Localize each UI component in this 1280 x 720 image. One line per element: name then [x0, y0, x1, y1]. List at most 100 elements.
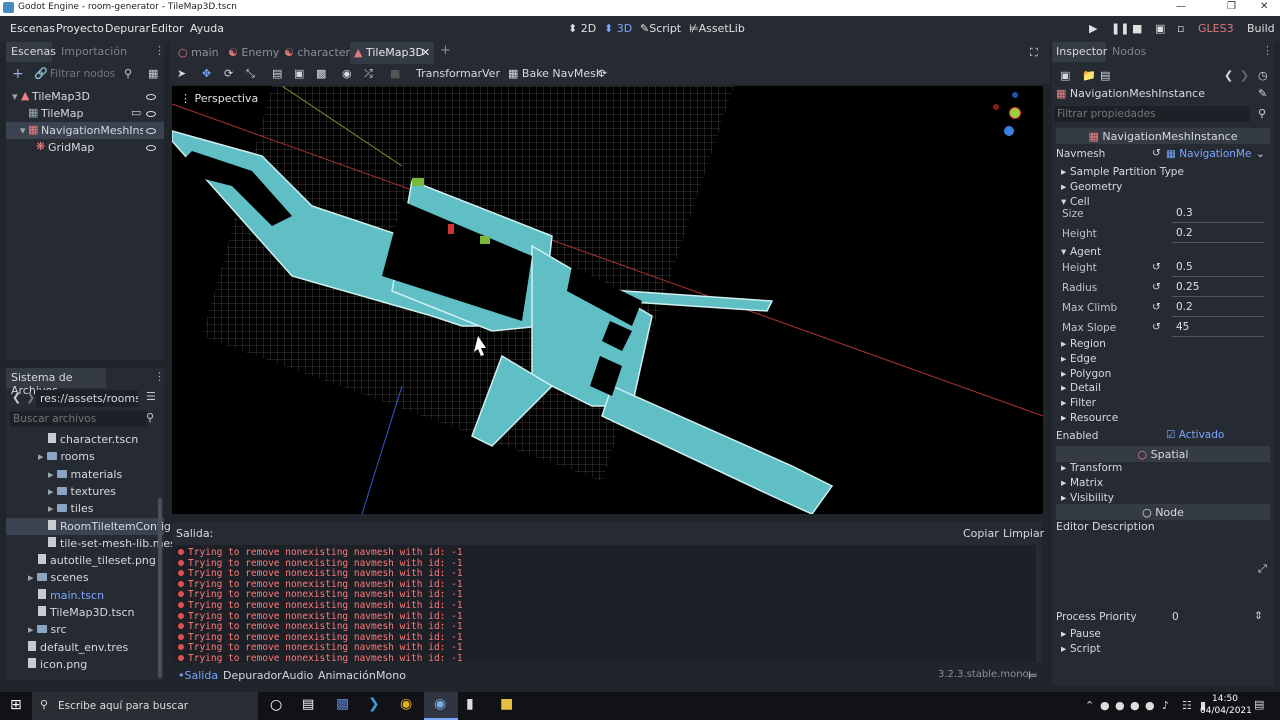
workspace-script[interactable]: ✎Script	[640, 22, 681, 35]
file-tree-item[interactable]: character.tscn	[6, 431, 164, 448]
select-tool-icon[interactable]: ➤	[177, 67, 186, 80]
copy-button[interactable]: Copiar	[963, 527, 999, 540]
caret-icon[interactable]: ▸	[48, 502, 54, 515]
prop-value-field[interactable]: 0.2	[1172, 301, 1264, 317]
inspector-section[interactable]: ▸ Script	[1052, 641, 1274, 659]
path-field[interactable]: res://assets/rooms/Ro	[36, 390, 138, 407]
file-tree-item[interactable]: RoomTileItemConfig.	[6, 517, 174, 535]
visibility-eye-icon[interactable]	[146, 145, 156, 151]
tree-node[interactable]: ❋ GridMap	[6, 139, 164, 156]
clear-button[interactable]: Limpiar	[1003, 527, 1044, 540]
prop-value-field[interactable]: 0.2	[1172, 227, 1264, 243]
spinner-icon[interactable]: ⇕	[1254, 610, 1263, 622]
tray-app-icon[interactable]: ●	[1100, 699, 1110, 712]
script-icon[interactable]: ▭	[131, 106, 141, 119]
file-tree-item[interactable]: ▸ rooms	[6, 448, 164, 465]
file-tree-item[interactable]: icon.png	[6, 656, 164, 673]
file-explorer-icon[interactable]: ■	[500, 696, 513, 712]
network-icon[interactable]: ☷	[1182, 699, 1192, 712]
tray-app-icon[interactable]: ●	[1130, 699, 1140, 712]
tab-tilemap3d[interactable]: ▲ TileMap3D	[354, 46, 424, 59]
tab-scene[interactable]: Escenas	[6, 42, 56, 62]
tab-main[interactable]: ○ main	[178, 46, 219, 59]
file-tree-item[interactable]: autotile_tileset.png	[6, 552, 164, 569]
workspace-assetlib[interactable]: ⊭AssetLib	[689, 22, 745, 35]
pin-panel-icon[interactable]: ⊨	[1028, 669, 1038, 682]
taskbar-search[interactable]: ⚲ Escribe aquí para buscar	[32, 692, 258, 720]
rotate-tool-icon[interactable]: ⟳	[224, 67, 233, 80]
tray-chevron-icon[interactable]: ⌃	[1085, 699, 1094, 712]
play-custom-scene-icon[interactable]: ▫	[1177, 22, 1184, 35]
clock-date[interactable]: 04/04/2021	[1200, 706, 1252, 716]
prop-value-field[interactable]: 45	[1172, 321, 1264, 337]
tab-animation[interactable]: Animación	[318, 669, 376, 682]
task-view-icon[interactable]: ▤	[302, 697, 314, 712]
script-attach-icon[interactable]: ▦	[148, 67, 158, 80]
revert-icon[interactable]: ↺	[1152, 261, 1161, 273]
process-priority-value[interactable]: 0	[1172, 611, 1179, 623]
revert-icon[interactable]: ↺	[1152, 321, 1161, 333]
tab-debugger[interactable]: Depurador	[223, 669, 282, 682]
play-scene-icon[interactable]: ▣	[1155, 22, 1165, 35]
file-tree-item[interactable]: ▸ textures	[6, 483, 164, 500]
viewport-3d[interactable]: ⋮ Perspectiva	[172, 86, 1043, 514]
prop-value-field[interactable]: 0.5	[1172, 261, 1264, 277]
revert-icon[interactable]: ↺	[1152, 281, 1161, 293]
dock-menu-icon[interactable]: ⋮	[1262, 44, 1273, 57]
local-space-icon[interactable]: ◉	[342, 67, 352, 80]
clear-navmesh-icon[interactable]: ⟳	[598, 67, 607, 80]
caret-down-icon[interactable]: ▾	[20, 124, 26, 137]
tab-audio[interactable]: Audio	[282, 669, 313, 682]
orientation-gizmo[interactable]	[993, 92, 1021, 136]
file-tree-item[interactable]: TileMap3D.tscn	[6, 604, 164, 621]
perspective-menu[interactable]: ⋮ Perspectiva	[180, 92, 258, 105]
forward-icon[interactable]: ❯	[26, 391, 35, 404]
file-tree-item[interactable]: ▸ src	[6, 621, 164, 638]
file-tree-item[interactable]: main.tscn	[6, 587, 164, 604]
caret-icon[interactable]: ▸	[38, 450, 44, 463]
enabled-checkbox[interactable]: ☑ Activado	[1166, 429, 1224, 441]
tray-app-icon[interactable]: ●	[1115, 699, 1125, 712]
volume-icon[interactable]: ♪	[1162, 699, 1169, 712]
visibility-eye-icon[interactable]	[146, 94, 156, 100]
dock-menu-icon[interactable]: ⋮	[154, 370, 165, 383]
renderer-select[interactable]: GLES3	[1198, 22, 1234, 35]
fullscreen-icon[interactable]: ⛶	[1030, 46, 1038, 60]
build-button[interactable]: Build	[1247, 22, 1275, 35]
move-tool-icon[interactable]: ✥	[202, 67, 211, 80]
visibility-eye-icon[interactable]	[146, 128, 156, 134]
history-icon[interactable]: ◷	[1258, 69, 1268, 82]
tab-output[interactable]: •Salida	[178, 669, 218, 682]
godot-taskbar-button[interactable]: ◉	[424, 692, 458, 720]
tab-enemy[interactable]: ☯ Enemy	[228, 46, 279, 59]
visibility-eye-icon[interactable]	[146, 111, 156, 117]
cortana-icon[interactable]: ○	[270, 697, 282, 713]
tab-filesystem[interactable]: Sistema de Archivos	[6, 368, 106, 397]
add-node-icon[interactable]: +	[12, 66, 24, 82]
tab-mono[interactable]: Mono	[376, 669, 406, 682]
filter-properties-input[interactable]	[1054, 106, 1250, 122]
terminal-icon[interactable]: ▮	[466, 696, 474, 712]
caret-icon[interactable]: ▸	[48, 485, 54, 498]
group-icon[interactable]: ▩	[316, 67, 326, 80]
tree-node-selected[interactable]: ▾ ▦ NavigationMeshInstan	[6, 122, 164, 139]
vscode-icon[interactable]: ❯	[368, 696, 380, 712]
caret-icon[interactable]: ▸	[28, 623, 34, 636]
workspace-3d[interactable]: ⬍ 3D	[604, 22, 632, 35]
link-icon[interactable]: 🔗	[34, 67, 48, 80]
tab-inspector[interactable]: Inspector	[1052, 42, 1107, 62]
tab-character[interactable]: ☯ character	[284, 46, 350, 59]
back-icon[interactable]: ❮	[12, 391, 21, 404]
editor-description-field[interactable]	[1056, 536, 1256, 608]
notifications-icon[interactable]: ▤	[1254, 698, 1264, 711]
revert-icon[interactable]: ↺	[1152, 147, 1161, 159]
scale-tool-icon[interactable]: ⤡	[246, 67, 255, 81]
inspector-section[interactable]: ▸ Resource	[1052, 410, 1274, 428]
history-back-icon[interactable]: ❮	[1224, 69, 1233, 82]
view-menu[interactable]: Ver	[482, 67, 500, 80]
history-forward-icon[interactable]: ❯	[1240, 69, 1249, 82]
chevron-down-icon[interactable]: ⌄	[1256, 148, 1265, 160]
clock-time[interactable]: 14:50	[1212, 694, 1238, 704]
file-tree-item[interactable]: ▸ scenes	[6, 569, 164, 586]
tray-app-icon[interactable]: ●	[1145, 699, 1155, 712]
